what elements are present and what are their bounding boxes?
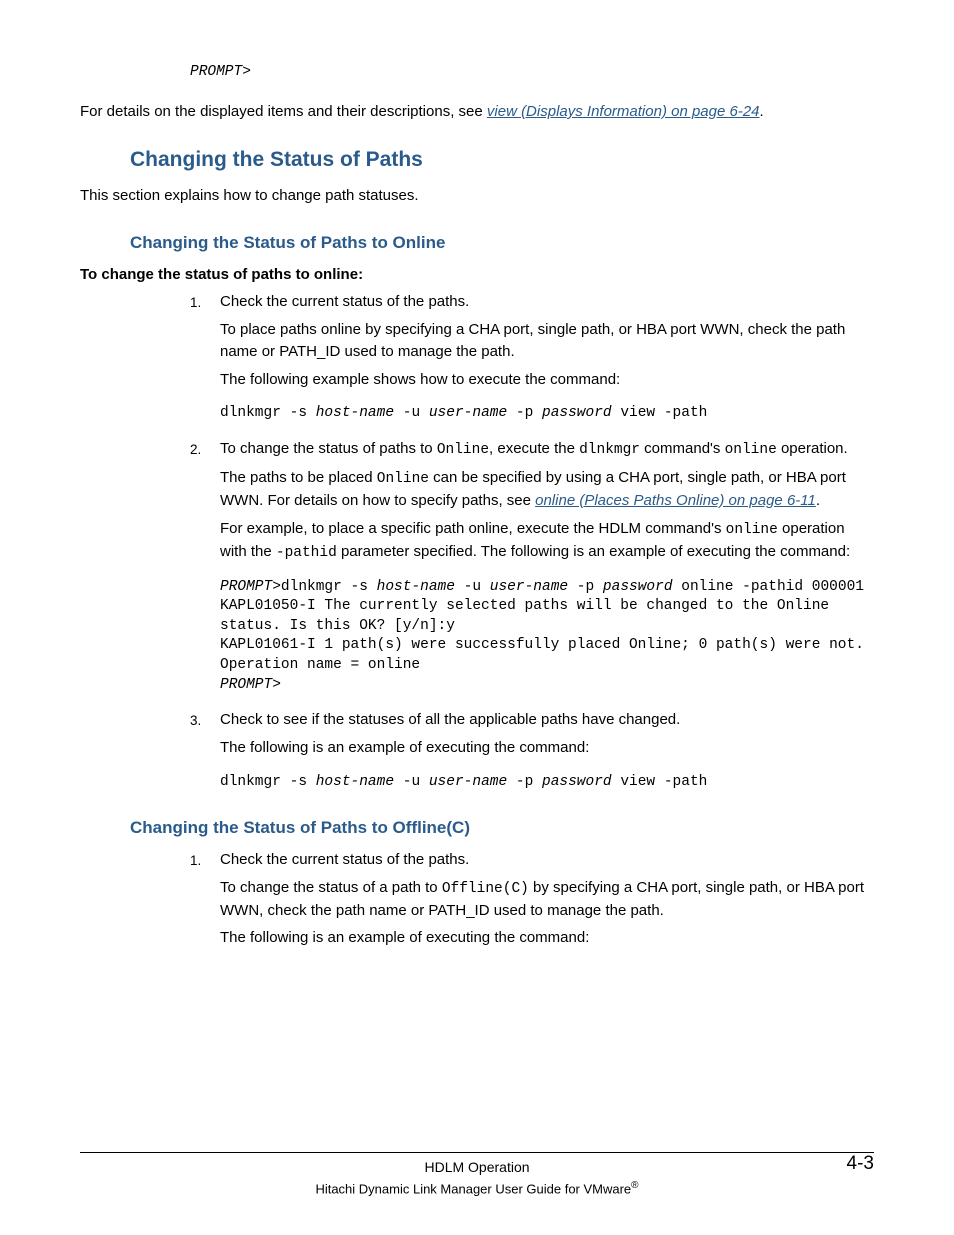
page-number: 4-3 <box>847 1150 874 1178</box>
body-text: . <box>760 103 764 120</box>
inline-code: Offline(C) <box>442 881 529 897</box>
view-link[interactable]: view (Displays Information) on page 6-24 <box>487 103 760 120</box>
online-link[interactable]: online (Places Paths Online) on page 6-1… <box>535 492 816 509</box>
list-item: 1. Check the current status of the paths… <box>190 291 874 424</box>
body-text: parameter specified. The following is an… <box>337 543 850 560</box>
subsection-heading: Changing the Status of Paths to Offline(… <box>130 816 874 841</box>
body-text: The following example shows how to execu… <box>220 369 874 391</box>
step-number: 2. <box>190 440 201 460</box>
body-text: The paths to be placed <box>220 469 377 486</box>
body-text: . <box>816 492 820 509</box>
procedure-title: To change the status of paths to online: <box>80 264 874 286</box>
body-text: command's <box>640 440 725 457</box>
subsection-heading: Changing the Status of Paths to Online <box>130 231 874 256</box>
body-text: operation. <box>777 440 848 457</box>
code-block: dlnkmgr -s host-name -u user-name -p pas… <box>220 773 874 793</box>
inline-code: online <box>725 442 777 458</box>
footer-book-title: Hitachi Dynamic Link Manager User Guide … <box>80 1179 874 1199</box>
inline-code: dlnkmgr <box>579 442 640 458</box>
body-text: Check the current status of the paths. <box>220 849 874 871</box>
body-text: The following is an example of executing… <box>220 927 874 949</box>
body-text: For example, to place a specific path on… <box>220 520 726 537</box>
body-text: To place paths online by specifying a CH… <box>220 319 874 363</box>
list-item: 1. Check the current status of the paths… <box>190 849 874 949</box>
code-block: dlnkmgr -s host-name -u user-name -p pas… <box>220 404 874 424</box>
inline-code: online <box>726 522 778 538</box>
body-text: To change the status of a path to <box>220 879 442 896</box>
list-item: 2. To change the status of paths to Onli… <box>190 438 874 695</box>
list-item: 3. Check to see if the statuses of all t… <box>190 709 874 792</box>
code-block: PROMPT>dlnkmgr -s host-name -u user-name… <box>220 578 874 695</box>
step-number: 3. <box>190 711 201 731</box>
step-number: 1. <box>190 293 201 313</box>
section-heading: Changing the Status of Paths <box>130 145 874 175</box>
inline-code: -pathid <box>276 545 337 561</box>
intro-text: This section explains how to change path… <box>80 185 874 207</box>
footer-chapter: HDLM Operation <box>80 1157 874 1177</box>
body-text: Check the current status of the paths. <box>220 291 874 313</box>
body-text: , execute the <box>489 440 579 457</box>
body-text: Check to see if the statuses of all the … <box>220 709 874 731</box>
body-text: For details on the displayed items and t… <box>80 103 487 120</box>
inline-code: Online <box>437 442 489 458</box>
prompt-text: PROMPT> <box>190 64 251 80</box>
body-text: To change the status of paths to <box>220 440 437 457</box>
step-number: 1. <box>190 851 201 871</box>
page-footer: 4-3 HDLM Operation Hitachi Dynamic Link … <box>80 1152 874 1199</box>
inline-code: Online <box>377 471 429 487</box>
body-text: The following is an example of executing… <box>220 737 874 759</box>
